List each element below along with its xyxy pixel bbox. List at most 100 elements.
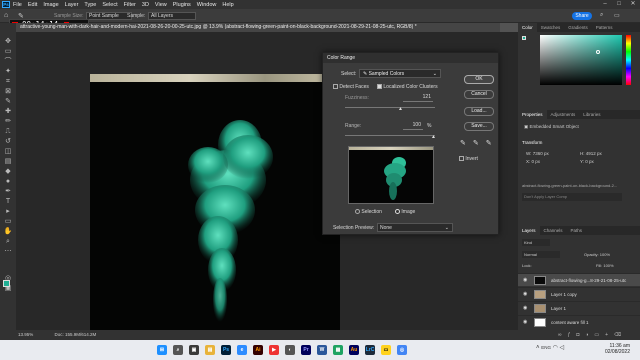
fuzziness-slider-track[interactable] [345,107,435,108]
cancel-button[interactable]: Cancel [464,90,494,99]
app-icon-gray[interactable]: ◐ [285,345,295,355]
close-icon[interactable]: ✕ [626,0,640,9]
frame-tool-icon[interactable]: ⊠ [3,87,13,96]
tab-libraries[interactable]: Libraries [579,110,604,119]
link-layers-icon[interactable]: ∞ [558,332,568,338]
fill-field[interactable]: Fill: 100% [596,263,614,268]
fuzziness-slider-thumb[interactable]: ▲ [398,106,403,112]
width-field[interactable]: W: 7360 px [526,151,549,156]
search-icon[interactable]: ⌕ [173,345,183,355]
menu-edit[interactable]: Edit [28,2,37,8]
doc-info[interactable]: Doc: 155.9M/614.2M [55,332,97,337]
menu-3d[interactable]: 3D [142,2,149,8]
eyedropper-subtract-icon[interactable]: ✎ [486,140,499,147]
menu-file[interactable]: File [13,2,22,8]
tab-layers[interactable]: Layers [518,226,540,235]
localized-clusters-checkbox[interactable]: Localized Color Clusters [377,84,438,90]
tab-paths[interactable]: Paths [567,226,587,235]
menu-image[interactable]: Image [43,2,58,8]
dodge-tool-icon[interactable]: ● [3,177,13,186]
history-brush-icon[interactable]: ↺ [3,137,13,146]
language-indicator[interactable]: ENG [541,345,551,350]
menu-help[interactable]: Help [222,2,233,8]
menu-view[interactable]: View [155,2,167,8]
fuzziness-input[interactable]: 121 [403,93,433,102]
maximize-icon[interactable]: □ [612,0,626,9]
zoom-tool-icon[interactable]: ⌕ [3,237,13,246]
eyedropper-icon[interactable]: ✎ [460,140,473,147]
height-field[interactable]: H: 4912 px [580,151,602,156]
word-icon[interactable]: W [317,345,327,355]
document-image[interactable] [90,75,340,330]
layer-row[interactable]: ◉ Layer 1 [518,301,640,314]
file-explorer-icon[interactable]: ▤ [205,345,215,355]
brush-tool-icon[interactable]: ✏ [3,117,13,126]
hand-tool-icon[interactable]: ✋ [3,227,13,236]
start-icon[interactable]: ⊞ [157,345,167,355]
tab-properties[interactable]: Properties [518,110,547,119]
tab-color[interactable]: Color [518,23,537,32]
share-button[interactable]: Share [572,12,592,20]
selection-preview-box[interactable] [348,146,434,204]
photoshop-logo[interactable]: Ps [2,1,10,8]
layer-comp-select[interactable]: Don't Apply Layer Comp [522,193,622,201]
menu-select[interactable]: Select [102,2,117,8]
chrome-icon[interactable]: ◎ [397,345,407,355]
menu-filter[interactable]: Filter [124,2,136,8]
sheets-icon[interactable]: ▦ [333,345,343,355]
load-button[interactable]: Load... [464,107,494,116]
tab-adjustments[interactable]: Adjustments [547,110,580,119]
zoom-level[interactable]: 13.95% [18,332,33,337]
y-field[interactable]: Y: 0 px [580,159,594,164]
clock[interactable]: 11:36 am 02/08/2022 [596,343,630,355]
pen-tool-icon[interactable]: ✒ [3,187,13,196]
eraser-tool-icon[interactable]: ◫ [3,147,13,156]
premiere-icon[interactable]: Pr [301,345,311,355]
ok-button[interactable]: OK [464,75,494,84]
artboard-tool-icon[interactable]: ▭ [3,47,13,56]
healing-brush-icon[interactable]: ✚ [3,107,13,116]
sample-select[interactable]: All Layers [148,12,196,20]
minimize-icon[interactable]: – [598,0,612,9]
select-dropdown[interactable]: ✎ Sampled Colors ⌄ [359,69,441,78]
invert-checkbox[interactable]: Invert [459,156,478,162]
menu-type[interactable]: Type [84,2,96,8]
wifi-icon[interactable]: ◠ [553,345,558,351]
blur-tool-icon[interactable]: ◆ [3,167,13,176]
illustrator-icon[interactable]: Ai [253,345,263,355]
selection-radio[interactable]: Selection [355,209,382,215]
volume-icon[interactable]: ◁ [560,345,565,351]
group-icon[interactable]: ▭ [594,332,605,338]
workspace-icon[interactable]: ▭ [614,12,620,19]
menu-layer[interactable]: Layer [65,2,79,8]
save-button[interactable]: Save... [464,122,494,131]
quick-select-tool-icon[interactable]: ✦ [3,67,13,76]
type-tool-icon[interactable]: T [3,197,13,206]
tab-channels[interactable]: Channels [540,226,567,235]
layer-row[interactable]: ◉ content aware fill 1 [518,315,640,328]
tab-gradients[interactable]: Gradients [564,23,592,32]
task-view-icon[interactable]: ▣ [189,345,199,355]
crop-tool-icon[interactable]: ⌗ [3,77,13,86]
tab-patterns[interactable]: Patterns [592,23,617,32]
lightroom-classic-icon[interactable]: LrC [365,345,375,355]
visibility-eye-icon[interactable]: ◉ [523,302,527,315]
eyedropper-icon[interactable]: ✎ [3,97,13,106]
color-picker-handle[interactable] [596,50,600,54]
image-radio[interactable]: Image [395,209,415,215]
hue-slider[interactable] [626,35,631,85]
detect-faces-checkbox[interactable]: Detect Faces [333,84,369,90]
gradient-tool-icon[interactable]: ▤ [3,157,13,166]
audition-icon[interactable]: Au [349,345,359,355]
foreground-color-swatch[interactable] [3,280,10,287]
visibility-eye-icon[interactable]: ◉ [523,288,527,301]
range-slider-thumb[interactable]: ▲ [431,134,436,140]
panel-fg-swatch[interactable] [522,36,526,40]
range-input[interactable]: 100 [403,121,423,130]
lasso-tool-icon[interactable]: ⌒ [3,57,13,66]
blend-mode-select[interactable]: Normal [522,251,560,258]
tab-swatches[interactable]: Swatches [537,23,565,32]
search-icon[interactable]: ⌕ [600,12,603,19]
x-field[interactable]: X: 0 px [526,159,540,164]
path-select-icon[interactable]: ▸ [3,207,13,216]
